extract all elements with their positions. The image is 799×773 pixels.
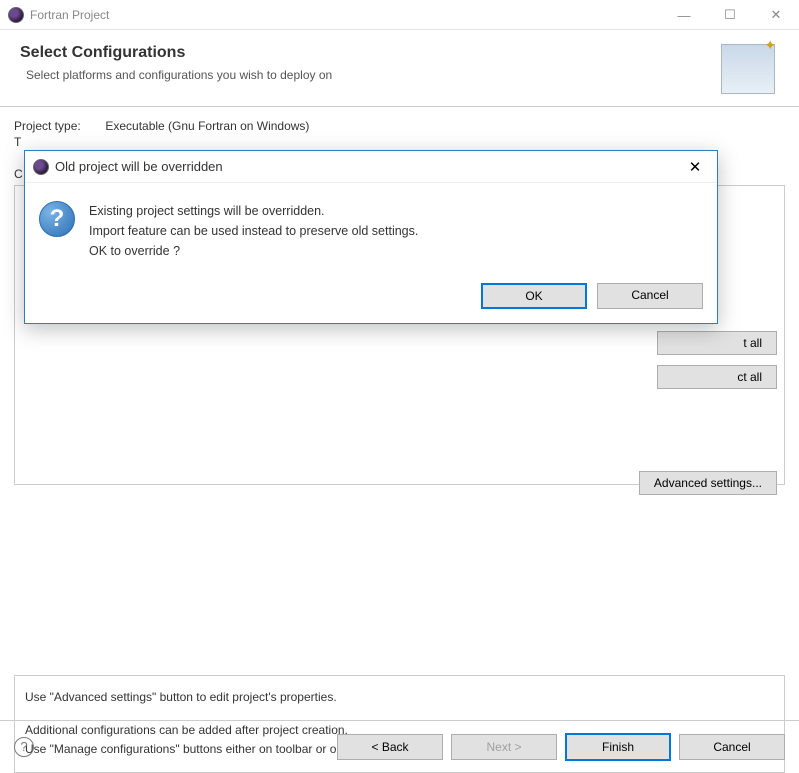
- dialog-titlebar: Old project will be overridden ✕: [25, 151, 717, 183]
- dialog-line1: Existing project settings will be overri…: [89, 201, 418, 221]
- wizard-footer: ? < Back Next > Finish Cancel: [0, 720, 799, 772]
- override-dialog: Old project will be overridden ✕ ? Exist…: [24, 150, 718, 324]
- project-type-label: Project type:: [14, 119, 102, 133]
- next-button: Next >: [451, 734, 557, 760]
- window-title: Fortran Project: [30, 8, 661, 22]
- page-title: Select Configurations: [20, 44, 721, 62]
- wizard-icon: [721, 44, 775, 94]
- dialog-close-button[interactable]: ✕: [681, 158, 709, 176]
- select-all-button[interactable]: t all: [657, 331, 777, 355]
- advanced-settings-button[interactable]: Advanced settings...: [639, 471, 777, 495]
- window-controls: — ☐ ✕: [661, 0, 799, 29]
- finish-button[interactable]: Finish: [565, 733, 671, 761]
- eclipse-icon: [33, 159, 49, 175]
- side-buttons: t all ct all: [657, 331, 777, 389]
- eclipse-icon: [8, 7, 24, 23]
- minimize-button[interactable]: —: [661, 0, 707, 30]
- dialog-message: Existing project settings will be overri…: [89, 201, 418, 261]
- dialog-line2: Import feature can be used instead to pr…: [89, 221, 418, 241]
- dialog-cancel-button[interactable]: Cancel: [597, 283, 703, 309]
- project-type-value: Executable (Gnu Fortran on Windows): [105, 119, 309, 133]
- project-type-row: Project type: Executable (Gnu Fortran on…: [14, 119, 785, 133]
- help-line1: Use "Advanced settings" button to edit p…: [25, 688, 774, 707]
- dialog-buttons: OK Cancel: [25, 267, 717, 323]
- back-button[interactable]: < Back: [337, 734, 443, 760]
- dialog-line3: OK to override ?: [89, 241, 418, 261]
- wizard-header: Select Configurations Select platforms a…: [0, 30, 799, 107]
- close-button[interactable]: ✕: [753, 0, 799, 30]
- help-icon[interactable]: ?: [14, 737, 34, 757]
- ok-button[interactable]: OK: [481, 283, 587, 309]
- cancel-button[interactable]: Cancel: [679, 734, 785, 760]
- toolchains-row-partial: T: [14, 135, 785, 149]
- deselect-all-label-partial: ct all: [737, 370, 762, 384]
- maximize-button[interactable]: ☐: [707, 0, 753, 30]
- deselect-all-button[interactable]: ct all: [657, 365, 777, 389]
- select-all-label-partial: t all: [743, 336, 762, 350]
- dialog-body: ? Existing project settings will be over…: [25, 183, 717, 267]
- dialog-title: Old project will be overridden: [55, 159, 681, 174]
- titlebar: Fortran Project — ☐ ✕: [0, 0, 799, 30]
- question-icon: ?: [39, 201, 75, 237]
- page-subtitle: Select platforms and configurations you …: [20, 68, 721, 82]
